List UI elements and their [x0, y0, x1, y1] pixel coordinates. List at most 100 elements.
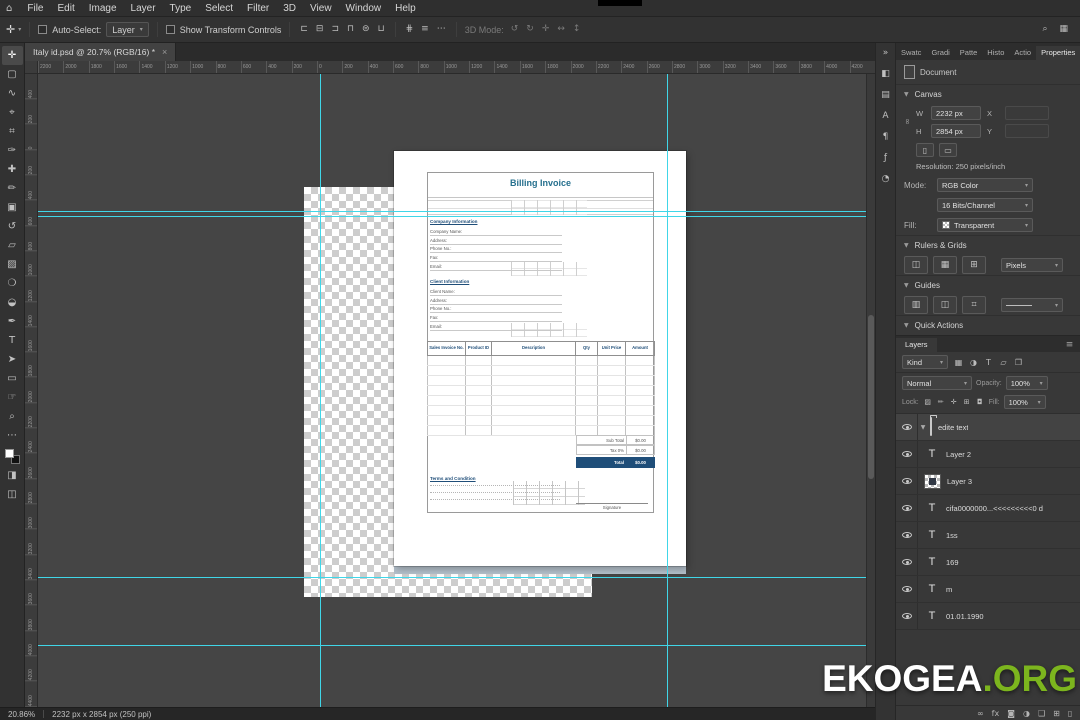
canvas-section-header[interactable]: ▼ Canvas [896, 84, 1080, 104]
foreground-color-swatch[interactable] [4, 449, 14, 458]
filter-smart-icon[interactable]: ❒ [1012, 358, 1025, 367]
snap-toggle-icon[interactable]: ⊞ [962, 256, 986, 274]
panel-menu-icon[interactable]: ≡ [1066, 340, 1074, 352]
menu-item[interactable]: Select [198, 3, 240, 14]
y-field[interactable] [1005, 124, 1049, 138]
collapse-panels-icon[interactable]: » [883, 48, 889, 58]
lock-guides-icon[interactable]: ◫ [933, 296, 957, 314]
layer-row[interactable]: T cifa0000000...<<<<<<<<<0 d [896, 495, 1080, 522]
bit-depth-dropdown[interactable]: 16 Bits/Channel ▾ [937, 198, 1033, 212]
layer-group-icon[interactable]: ❑ [1038, 709, 1045, 718]
visibility-toggle[interactable] [896, 603, 918, 629]
grid-toggle-icon[interactable]: ▦ [933, 256, 957, 274]
new-layer-icon[interactable]: ⊞ [1053, 709, 1060, 718]
paragraph-panel-icon[interactable]: ¶ [883, 132, 889, 142]
visibility-toggle[interactable] [896, 576, 918, 602]
menu-item[interactable]: Filter [240, 3, 276, 14]
libraries-panel-icon[interactable]: ▤ [881, 90, 890, 100]
3d-drag-icon[interactable]: ✛ [540, 25, 552, 34]
layer-name[interactable]: Layer 2 [946, 450, 971, 459]
clear-guides-icon[interactable]: ⌗ [962, 296, 986, 314]
type-tool[interactable]: T [2, 331, 23, 350]
close-icon[interactable]: × [162, 47, 167, 57]
visibility-toggle[interactable] [896, 441, 918, 467]
fill-dropdown[interactable]: 100% ▾ [1003, 395, 1046, 409]
canvas[interactable]: Billing Invoice Company Information Comp… [38, 74, 875, 707]
guide-style-dropdown[interactable]: ▾ [1001, 298, 1063, 312]
filter-type-icon[interactable]: T [982, 358, 995, 367]
height-field[interactable]: 2854 px [931, 124, 981, 138]
panel-tab[interactable]: Actio [1009, 46, 1036, 60]
menu-item[interactable]: View [303, 3, 339, 14]
layer-row[interactable]: T 1ss [896, 522, 1080, 549]
document-tab[interactable]: Italy id.psd @ 20.7% (RGB/16) * × [25, 43, 177, 61]
screen-mode-icon[interactable]: ◫ [2, 485, 23, 504]
blend-mode-dropdown[interactable]: Normal ▾ [902, 376, 972, 390]
guides-section-header[interactable]: ▼ Guides [896, 275, 1080, 295]
layer-thumbnail[interactable] [924, 473, 941, 489]
layer-row[interactable]: ▼ edite text [896, 414, 1080, 441]
auto-select-dropdown[interactable]: Layer ▾ [106, 22, 149, 37]
auto-select-checkbox[interactable] [38, 25, 48, 34]
menu-item[interactable]: Edit [50, 3, 81, 14]
document-info[interactable]: 2232 px x 2854 px (250 ppi) [52, 710, 151, 719]
lock-position-icon[interactable]: ✛ [949, 398, 959, 406]
portrait-orientation-button[interactable]: ▯ [916, 143, 934, 157]
vertical-ruler[interactable]: 400 200 0 200 400 600 800 1000 1200 1400 1600 1800 2… [25, 74, 38, 707]
clone-stamp-tool[interactable]: ▣ [2, 198, 23, 217]
align-center-h-icon[interactable]: ⊟ [314, 25, 326, 34]
width-field[interactable]: 2232 px [931, 106, 981, 120]
layer-row[interactable]: T 01.01.1990 [896, 603, 1080, 630]
visibility-toggle[interactable] [896, 414, 918, 440]
guide-vertical[interactable] [667, 74, 668, 707]
menu-item[interactable]: 3D [276, 3, 303, 14]
search-icon[interactable]: ⌕ [1040, 25, 1049, 34]
layer-row[interactable]: T m [896, 576, 1080, 603]
quick-actions-section-header[interactable]: ▼ Quick Actions [896, 315, 1080, 335]
align-top-icon[interactable]: ⊓ [345, 25, 356, 34]
adjustment-layer-icon[interactable]: ◑ [1023, 709, 1030, 718]
hand-tool[interactable]: ☞ [2, 388, 23, 407]
panel-tab[interactable]: Swatc [896, 46, 926, 60]
align-middle-icon[interactable]: ⊜ [360, 25, 372, 34]
distribute-v-icon[interactable]: ≡ [419, 25, 431, 34]
show-transform-checkbox[interactable] [165, 25, 175, 34]
path-selection-tool[interactable]: ➤ [2, 350, 23, 369]
menu-item[interactable]: Layer [124, 3, 163, 14]
menu-item[interactable]: Window [339, 3, 389, 14]
layer-name[interactable]: m [946, 585, 952, 594]
quick-mask-icon[interactable]: ◨ [2, 466, 23, 485]
ruler-origin[interactable] [25, 61, 38, 74]
eyedropper-tool[interactable]: ✑ [2, 141, 23, 160]
zoom-tool[interactable]: ⌕ [2, 407, 23, 426]
units-dropdown[interactable]: Pixels ▾ [1001, 258, 1063, 272]
rulers-grids-section-header[interactable]: ▼ Rulers & Grids [896, 235, 1080, 255]
filter-pixel-icon[interactable]: ▦ [952, 358, 965, 367]
panel-tab[interactable]: Gradi [926, 46, 954, 60]
healing-brush-tool[interactable]: ✚ [2, 160, 23, 179]
align-right-icon[interactable]: ⊐ [329, 25, 341, 34]
zoom-level[interactable]: 20.86% [8, 710, 35, 719]
scrollbar-thumb[interactable] [868, 314, 874, 480]
ruler-toggle-icon[interactable]: ◫ [904, 256, 928, 274]
color-panel-icon[interactable]: ◧ [881, 69, 890, 79]
lock-artboard-icon[interactable]: ⊞ [962, 398, 972, 406]
layer-name[interactable]: 1ss [946, 531, 958, 540]
color-swatches[interactable] [4, 449, 20, 464]
distribute-h-icon[interactable]: ⋕ [404, 25, 416, 34]
3d-orbit-icon[interactable]: ↺ [509, 25, 521, 34]
object-selection-tool[interactable]: ⌖ [2, 103, 23, 122]
x-field[interactable] [1005, 106, 1049, 120]
link-layers-icon[interactable]: ∞ [977, 709, 984, 718]
guide-vertical[interactable] [320, 74, 321, 707]
menu-item[interactable]: File [20, 3, 50, 14]
move-tool[interactable]: ✛ [1, 46, 23, 65]
horizontal-ruler[interactable]: 2200 2000 1800 1600 1400 1200 1000 800 600 400 200… [38, 61, 875, 74]
guide-horizontal[interactable] [38, 216, 875, 217]
lasso-tool[interactable]: ∿ [2, 84, 23, 103]
lock-pixels-icon[interactable]: ✏ [936, 398, 946, 406]
guide-horizontal[interactable] [38, 645, 875, 646]
landscape-orientation-button[interactable]: ▭ [939, 143, 957, 157]
eraser-tool[interactable]: ▱ [2, 236, 23, 255]
document-page[interactable]: Billing Invoice Company Information Comp… [394, 151, 686, 566]
